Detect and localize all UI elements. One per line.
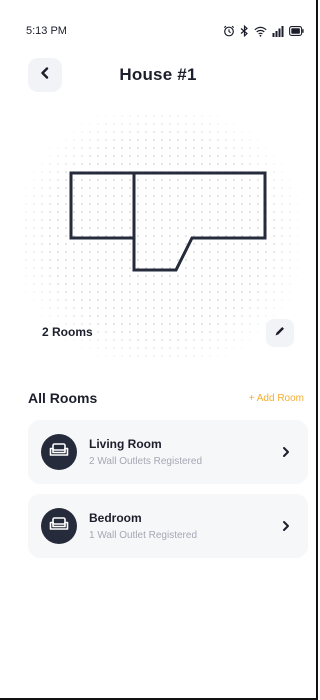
pencil-icon [274,324,286,342]
chevron-left-icon [40,66,50,84]
rooms-section-header: All Rooms + Add Room [28,390,304,406]
wifi-icon [254,26,267,37]
signal-icon [272,25,284,37]
room-name: Bedroom [89,511,142,525]
battery-icon [289,26,304,36]
status-bar: 5:13 PM [26,22,304,40]
sofa-icon [49,516,69,536]
sofa-icon [49,442,69,462]
room-text: Bedroom 1 Wall Outlet Registered [89,511,280,541]
page-title: House #1 [119,65,197,84]
floor-plan-diagram[interactable] [68,170,268,279]
chevron-right-icon [280,520,292,532]
room-card-living-room[interactable]: Living Room 2 Wall Outlets Registered [28,420,308,484]
back-button[interactable] [28,58,62,92]
edit-floor-plan-button[interactable] [266,319,294,347]
chevron-right-icon [280,446,292,458]
bluetooth-icon [240,25,249,37]
status-icons [223,25,304,37]
add-room-button[interactable]: + Add Room [249,393,304,404]
room-icon-badge [41,508,77,544]
room-text: Living Room 2 Wall Outlets Registered [89,437,280,467]
rooms-count: 2 Rooms [42,325,93,339]
room-name: Living Room [89,437,162,451]
room-subtitle: 1 Wall Outlet Registered [89,530,198,541]
app-screen: 5:13 PM House #1 2 Rooms All Rooms + Add… [0,0,318,700]
room-icon-badge [41,434,77,470]
header: House #1 [28,58,288,92]
section-title: All Rooms [28,390,98,406]
alarm-icon [223,25,235,37]
status-time: 5:13 PM [26,25,67,37]
room-card-bedroom[interactable]: Bedroom 1 Wall Outlet Registered [28,494,308,558]
room-subtitle: 2 Wall Outlets Registered [89,456,203,467]
